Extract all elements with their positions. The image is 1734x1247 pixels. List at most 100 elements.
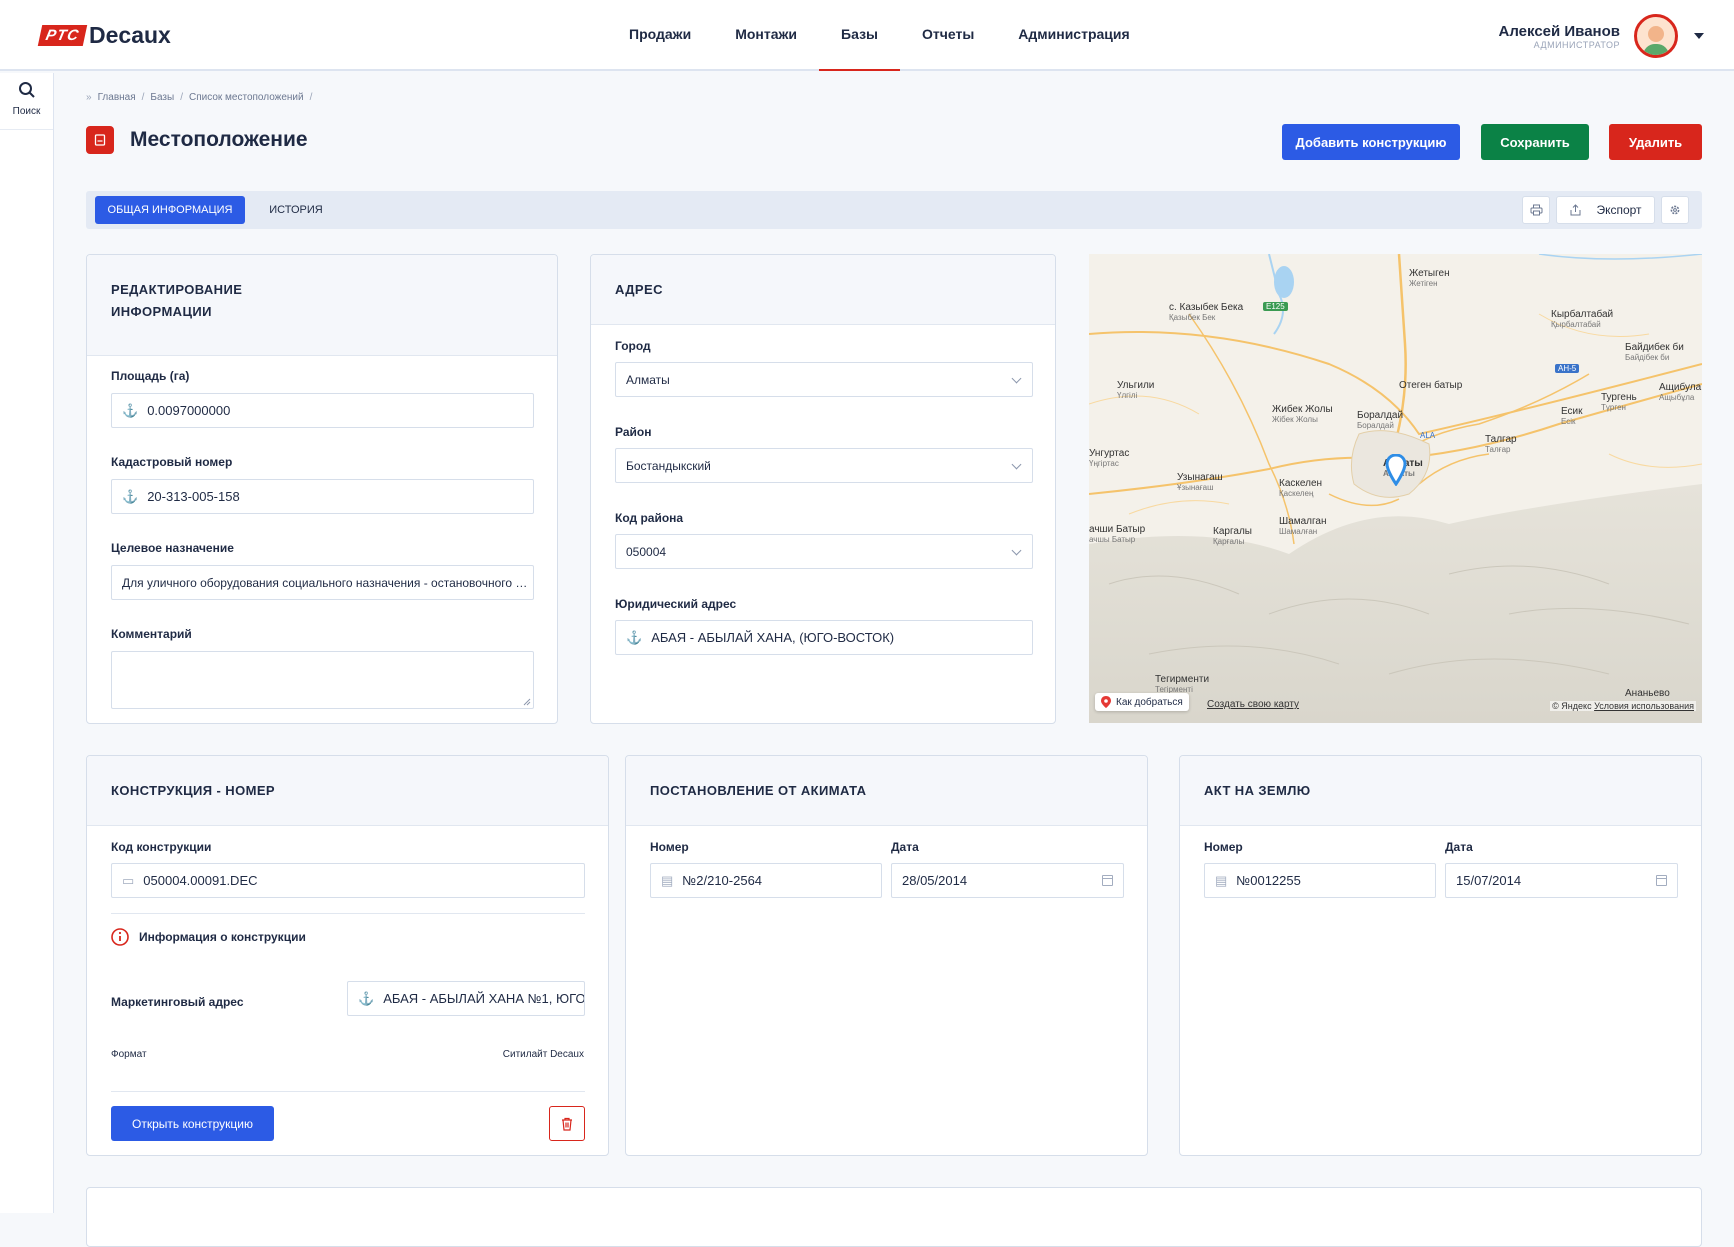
map-label-name: Ульгили — [1117, 380, 1155, 391]
calendar-icon[interactable] — [1656, 875, 1667, 886]
akimat-card: ПОСТАНОВЛЕНИЕ ОТ АКИМАТА Номер ▤ №2/210-2… — [625, 755, 1148, 1156]
legal-address-field[interactable]: ⚓ АБАЯ - АБЫЛАЙ ХАНА, (ЮГО-ВОСТОК) — [615, 620, 1033, 655]
anchor-icon: ⚓ — [626, 629, 643, 645]
map-label-name: Каргалы — [1213, 526, 1252, 537]
next-card — [86, 1187, 1702, 1247]
map-label: Байдибек би Байдібек би — [1625, 342, 1684, 362]
resize-handle-icon[interactable] — [523, 698, 531, 706]
map-label-name: Ананьево — [1625, 688, 1670, 699]
nav-item-sales[interactable]: Продажи — [607, 0, 713, 71]
create-map-link[interactable]: Создать свою карту — [1207, 699, 1299, 710]
map-label-sub: Түрген — [1601, 403, 1626, 412]
top-bar: PTC Decaux Продажи Монтажи Базы Отчеты А… — [0, 0, 1734, 71]
field-value: 0.0097000000 — [147, 403, 231, 418]
map-label: Есик Есік — [1561, 406, 1583, 426]
card-header: ПОСТАНОВЛЕНИЕ ОТ АКИМАТА — [626, 756, 1147, 826]
logo-badge: PTC — [37, 25, 88, 46]
card-title: АДРЕС — [615, 282, 663, 297]
akimat-number-label: Номер — [650, 840, 689, 854]
map-label: Тургень Түрген — [1601, 392, 1637, 412]
map-label-sub: Шамалған — [1279, 527, 1318, 536]
city-select[interactable]: Алматы — [615, 362, 1033, 397]
monitor-icon: ▭ — [122, 872, 135, 888]
area-field[interactable]: ⚓ 0.0097000000 — [111, 393, 534, 428]
comment-label: Комментарий — [111, 627, 192, 641]
breadcrumb-bases[interactable]: Базы — [150, 92, 174, 103]
breadcrumb: » Главная / Базы / Список местоположений… — [86, 92, 312, 103]
breadcrumb-home[interactable]: Главная — [98, 92, 136, 103]
field-value: 20-313-005-158 — [147, 489, 240, 504]
user-menu[interactable]: Алексей Иванов АДМИНИСТРАТОР — [1499, 14, 1704, 58]
export-button[interactable]: Экспорт — [1556, 196, 1655, 224]
field-value: АБАЯ - АБЫЛАЙ ХАНА, (ЮГО-ВОСТОК) — [651, 630, 895, 645]
field-value: №2/210-2564 — [682, 873, 763, 888]
map-label: Узынагаш Ұзынағаш — [1177, 472, 1223, 492]
akimat-date-label: Дата — [891, 840, 919, 854]
user-name: Алексей Иванов — [1498, 22, 1620, 40]
logo[interactable]: PTC Decaux — [37, 22, 171, 49]
map-label-name: Тегирменти — [1155, 674, 1210, 685]
map[interactable]: Жетыген Жетiген с. Казыбек Бека Қазыбек Бе… — [1089, 254, 1702, 723]
info-icon — [111, 928, 129, 946]
airport-label: ALA — [1420, 431, 1436, 440]
district-label: Район — [615, 425, 652, 439]
akimat-number-field[interactable]: ▤ №2/210-2564 — [650, 863, 882, 898]
map-label: Каскелен Қаскелең — [1279, 478, 1322, 498]
map-label: Боралдай Боралдай — [1357, 410, 1403, 430]
map-pin-icon[interactable] — [1385, 454, 1407, 486]
district-select[interactable]: Бостандыкский — [615, 448, 1033, 483]
format-label: Формат — [111, 1049, 147, 1060]
map-label-name: Байдибек би — [1625, 342, 1684, 353]
avatar[interactable] — [1634, 14, 1678, 58]
card-header: АКТ НА ЗЕМЛЮ — [1180, 756, 1701, 826]
nav-item-installations[interactable]: Монтажи — [713, 0, 819, 71]
marketing-address-label: Маркетинговый адрес — [111, 995, 244, 1009]
construction-code-field[interactable]: ▭ 050004.00091.DEC — [111, 863, 585, 898]
add-construction-button[interactable]: Добавить конструкцию — [1282, 124, 1460, 160]
land-act-number-label: Номер — [1204, 840, 1243, 854]
settings-button[interactable] — [1661, 196, 1689, 224]
marketing-address-field[interactable]: ⚓ АБАЯ - АБЫЛАЙ ХАНА №1, ЮГО-ВОСТОК — [347, 981, 585, 1016]
tab-general-info[interactable]: ОБЩАЯ ИНФОРМАЦИЯ — [95, 196, 245, 224]
construction-info-header: Информация о конструкции — [111, 928, 306, 946]
sidebar-item-search[interactable]: Поиск — [0, 73, 53, 130]
terms-link[interactable]: Условия использования — [1594, 701, 1694, 711]
map-label: Тегирменти Тегірменті — [1155, 674, 1209, 694]
tab-history[interactable]: ИСТОРИЯ — [256, 196, 336, 224]
sidebar: Поиск — [0, 73, 54, 1213]
map-label: Шамалган Шамалған — [1279, 516, 1327, 536]
open-construction-button[interactable]: Открыть конструкцию — [111, 1106, 274, 1141]
breadcrumb-locations[interactable]: Список местоположений — [189, 92, 304, 103]
save-button[interactable]: Сохранить — [1481, 124, 1589, 160]
land-act-date-field[interactable]: 15/07/2014 — [1445, 863, 1678, 898]
route-link[interactable]: Как добраться — [1095, 693, 1189, 711]
calendar-icon[interactable] — [1102, 875, 1113, 886]
land-act-number-field[interactable]: ▤ №0012255 — [1204, 863, 1436, 898]
map-label-name: ачши Батыр — [1089, 524, 1146, 535]
purpose-field[interactable]: Для уличного оборудования социального на… — [111, 565, 534, 600]
comment-textarea[interactable] — [111, 651, 534, 709]
map-label-name: Талгар — [1485, 434, 1517, 445]
map-label-name: Узынагаш — [1177, 472, 1223, 483]
akimat-date-field[interactable]: 28/05/2014 — [891, 863, 1124, 898]
map-label-name: Шамалган — [1279, 516, 1327, 527]
delete-construction-button[interactable] — [549, 1106, 585, 1141]
export-icon — [1570, 204, 1581, 216]
divider — [111, 1091, 585, 1092]
nav-item-admin[interactable]: Администрация — [996, 0, 1151, 71]
export-label: Экспорт — [1596, 203, 1642, 217]
anchor-icon: ⚓ — [358, 990, 375, 1006]
chevron-down-icon[interactable] — [1694, 33, 1704, 39]
sidebar-item-label: Поиск — [12, 106, 41, 117]
district-code-select[interactable]: 050004 — [615, 534, 1033, 569]
cadastral-field[interactable]: ⚓ 20-313-005-158 — [111, 479, 534, 514]
road-sign: E125 — [1263, 302, 1288, 311]
print-button[interactable] — [1522, 196, 1550, 224]
field-value: Алматы — [626, 372, 670, 387]
nav-item-reports[interactable]: Отчеты — [900, 0, 996, 71]
city-label: Город — [615, 339, 651, 353]
legal-address-label: Юридический адрес — [615, 597, 737, 611]
map-label-sub: Боралдай — [1357, 421, 1394, 430]
nav-item-bases[interactable]: Базы — [819, 0, 900, 71]
delete-button[interactable]: Удалить — [1609, 124, 1702, 160]
